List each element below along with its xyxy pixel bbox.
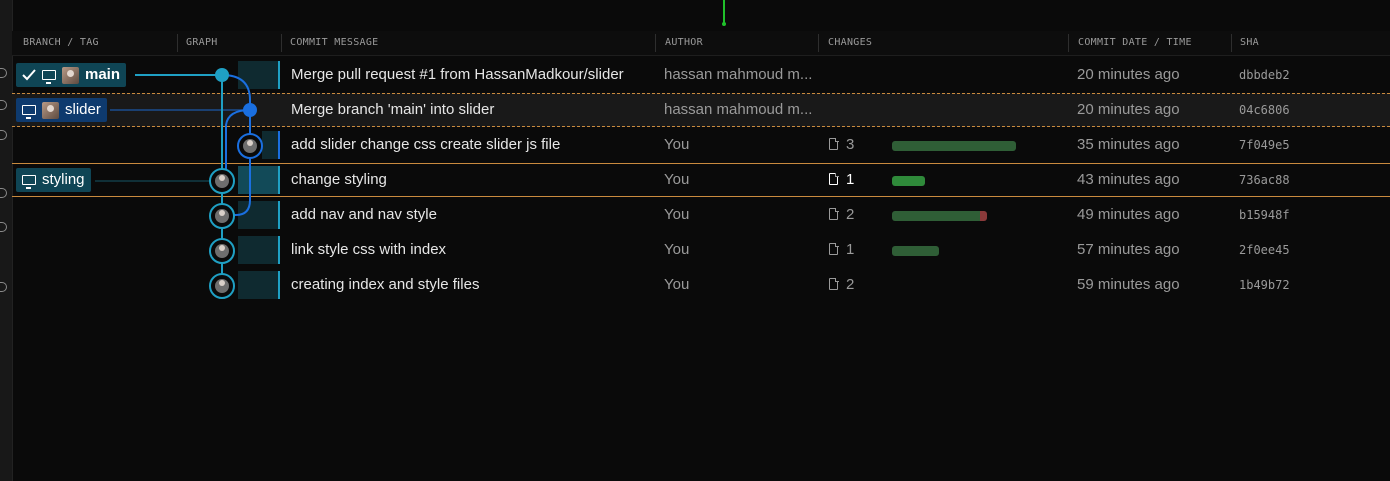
added-lines-bar	[892, 176, 925, 186]
file-icon	[829, 172, 839, 185]
commit-author: You	[664, 171, 690, 188]
commit-message: add slider change css create slider js f…	[291, 136, 561, 153]
commit-message: Merge branch 'main' into slider	[291, 101, 495, 118]
column-resizer[interactable]	[1068, 34, 1069, 52]
branch-label-slider[interactable]: slider	[16, 98, 107, 122]
commit-sha: 7f049e5	[1239, 138, 1290, 152]
check-icon	[22, 69, 36, 81]
added-lines-bar	[892, 246, 939, 256]
monitor-icon	[22, 175, 36, 190]
file-icon	[829, 137, 839, 150]
commit-sha: 736ac88	[1239, 173, 1290, 187]
commit-author: hassan mahmoud m...	[664, 101, 813, 118]
branch-label-main[interactable]: main	[16, 63, 127, 87]
branch-name: slider	[65, 101, 101, 118]
commit-sha: 1b49b72	[1239, 278, 1290, 292]
merge-commit-node[interactable]	[243, 103, 257, 117]
column-resizer[interactable]	[1231, 34, 1232, 52]
commit-avatar-node[interactable]	[237, 133, 263, 159]
commit-changes: 1	[829, 163, 889, 197]
commit-changes: 2	[829, 198, 889, 232]
avatar	[62, 66, 79, 84]
commit-sha: dbbdeb2	[1239, 68, 1290, 82]
commit-author: You	[664, 241, 690, 258]
commit-avatar-node[interactable]	[209, 168, 235, 194]
changes-count: 2	[846, 206, 855, 223]
branch-label-styling[interactable]: styling	[16, 168, 91, 192]
header-sha[interactable]: SHA	[1240, 31, 1259, 55]
branch-name: styling	[42, 171, 85, 188]
changes-count: 3	[846, 136, 855, 153]
commit-avatar-node[interactable]	[209, 238, 235, 264]
file-icon	[829, 277, 839, 290]
commit-message: creating index and style files	[291, 276, 480, 293]
deleted-lines-bar	[980, 211, 987, 221]
changes-count: 1	[846, 241, 855, 258]
changes-count: 1	[846, 171, 855, 188]
header-commit-message[interactable]: COMMIT MESSAGE	[290, 31, 379, 55]
commit-changes: 2	[829, 268, 889, 302]
commit-avatar-node[interactable]	[209, 273, 235, 299]
added-lines-bar	[892, 211, 980, 221]
file-icon	[829, 242, 839, 255]
commit-message: change styling	[291, 171, 387, 188]
commit-message: Merge pull request #1 from HassanMadkour…	[291, 66, 624, 83]
commit-author: You	[664, 136, 690, 153]
commit-date: 49 minutes ago	[1077, 206, 1180, 223]
avatar	[42, 101, 59, 119]
column-resizer[interactable]	[818, 34, 819, 52]
commit-author: You	[664, 206, 690, 223]
scroll-position-indicator	[722, 0, 726, 26]
commit-date: 20 minutes ago	[1077, 66, 1180, 83]
commit-sha: 2f0ee45	[1239, 243, 1290, 257]
commit-date: 57 minutes ago	[1077, 241, 1180, 258]
commit-date: 20 minutes ago	[1077, 101, 1180, 118]
commit-sha: 04c6806	[1239, 103, 1290, 117]
commit-author: hassan mahmoud m...	[664, 66, 813, 83]
changes-count: 2	[846, 276, 855, 293]
monitor-icon	[22, 105, 36, 120]
commit-date: 35 minutes ago	[1077, 136, 1180, 153]
column-resizer[interactable]	[655, 34, 656, 52]
commit-date: 59 minutes ago	[1077, 276, 1180, 293]
monitor-icon	[42, 70, 56, 85]
header-commit-date[interactable]: COMMIT DATE / TIME	[1078, 31, 1192, 55]
commit-sha: b15948f	[1239, 208, 1290, 222]
commit-changes: 1	[829, 233, 889, 267]
commit-avatar-node[interactable]	[209, 203, 235, 229]
commit-author: You	[664, 276, 690, 293]
file-icon	[829, 207, 839, 220]
commit-message: add nav and nav style	[291, 206, 437, 223]
commit-date: 43 minutes ago	[1077, 171, 1180, 188]
commit-changes: 3	[829, 128, 889, 162]
commit-message: link style css with index	[291, 241, 447, 258]
header-author[interactable]: AUTHOR	[665, 31, 703, 55]
header-changes[interactable]: CHANGES	[828, 31, 872, 55]
branch-name: main	[85, 66, 121, 83]
merge-commit-node[interactable]	[215, 68, 229, 82]
added-lines-bar	[892, 141, 1016, 151]
commit-graph	[95, 68, 263, 299]
